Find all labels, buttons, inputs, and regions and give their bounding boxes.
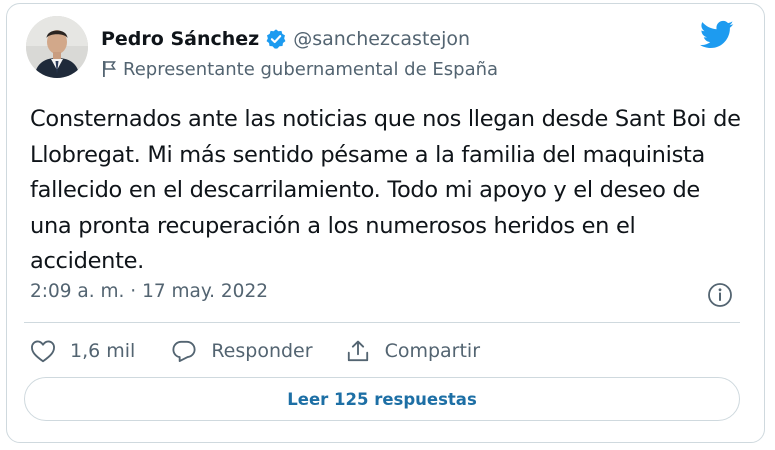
share-icon [347,340,368,362]
author-header[interactable]: Pedro Sánchez @sanchezcastejon [101,26,470,52]
author-handle[interactable]: @sanchezcastejon [293,28,470,50]
heart-icon [31,340,55,363]
reply-label: Responder [211,340,313,362]
like-button[interactable]: 1,6 mil [30,339,135,363]
verified-badge-icon [265,28,287,50]
like-count: 1,6 mil [70,340,136,362]
flag-icon [101,60,117,78]
government-label[interactable]: Representante gubernamental de España [101,56,498,82]
read-replies-button[interactable]: Leer 125 respuestas [24,377,740,421]
tweet-actions: 1,6 mil Responder Compartir [30,334,480,368]
info-icon[interactable] [705,280,735,310]
divider [24,322,740,323]
tweet-text: Consternados ante las noticias que nos l… [30,106,741,274]
share-button[interactable]: Compartir [345,339,480,363]
tweet-timestamp[interactable]: 2:09 a. m. · 17 may. 2022 [30,281,268,302]
share-label: Compartir [384,340,481,362]
twitter-bird-icon[interactable] [700,20,734,50]
government-label-text: Representante gubernamental de España [123,58,499,80]
avatar[interactable] [26,16,88,78]
reply-icon [172,340,196,362]
author-display-name[interactable]: Pedro Sánchez [101,28,259,50]
reply-button[interactable]: Responder [171,339,313,363]
